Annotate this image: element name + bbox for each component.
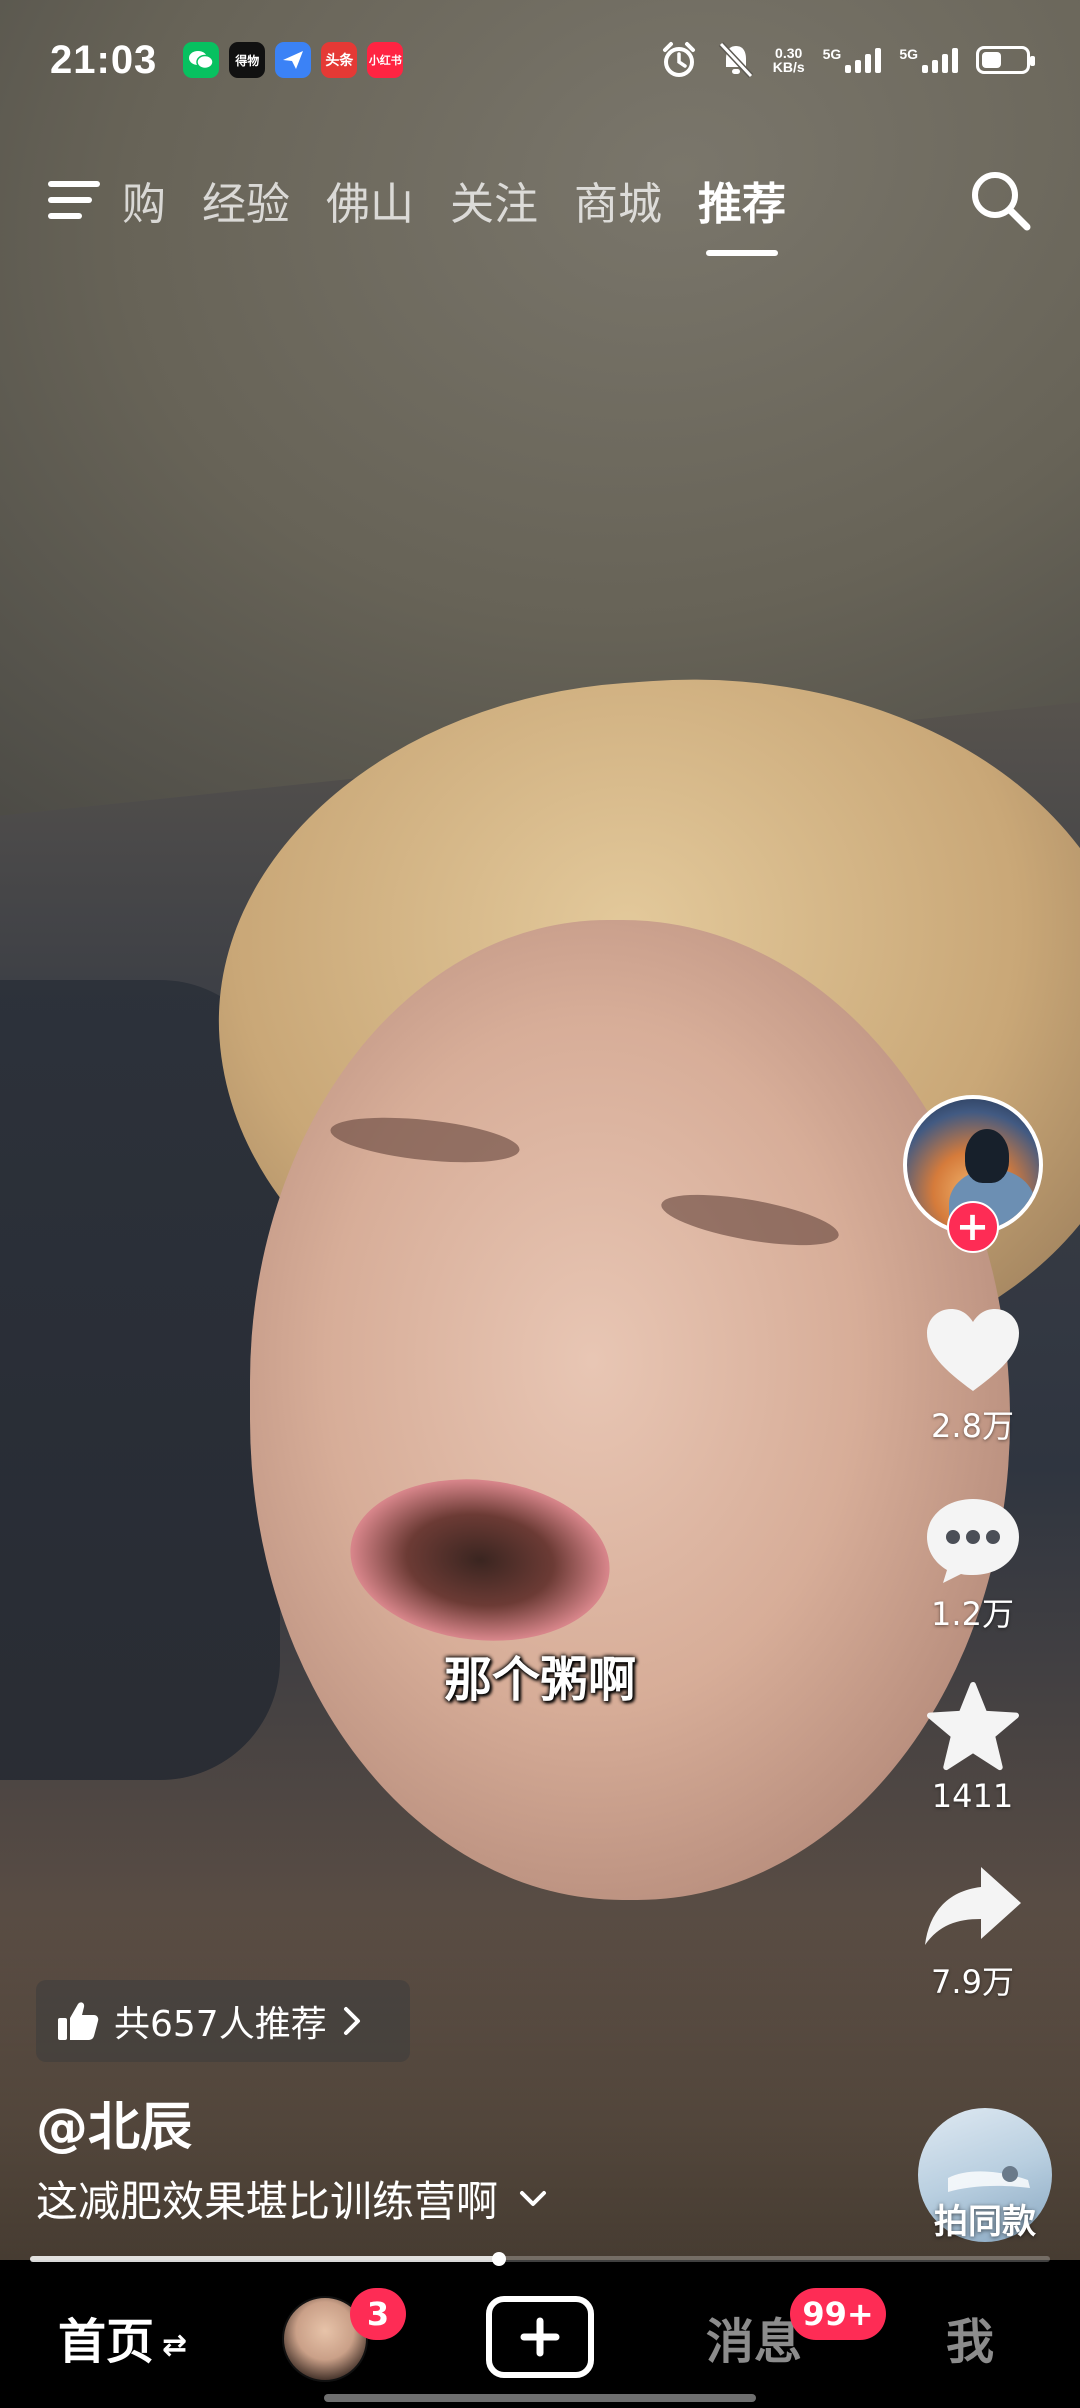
toutiao-icon: 头条 — [321, 42, 358, 78]
follow-button[interactable]: + — [946, 1201, 999, 1253]
share-arrow-icon — [924, 1867, 1021, 1945]
recommend-pill[interactable]: 共657人推荐 — [36, 1980, 410, 2062]
progress-knob[interactable] — [492, 2252, 507, 2266]
tab-shopping[interactable]: 购 — [122, 168, 166, 232]
sim2-label: 5G — [899, 46, 918, 62]
switch-arrows-icon: ⇄ — [162, 2327, 188, 2363]
comment-count: 1.2万 — [931, 1595, 1014, 1633]
battery-icon — [976, 46, 1035, 74]
network-speed-value: 0.30 — [775, 45, 803, 61]
tab-experience[interactable]: 经验 — [202, 168, 290, 232]
wechat-icon — [183, 42, 220, 78]
comment-button[interactable]: 1.2万 — [923, 1493, 1023, 1635]
home-indicator[interactable] — [324, 2394, 756, 2402]
signal-bars-icon — [922, 47, 958, 73]
share-count: 7.9万 — [931, 1963, 1014, 2001]
network-speed-unit: KB/s — [772, 59, 805, 75]
top-navigation: 购 经验 佛山 关注 商城 推荐 — [0, 145, 1080, 255]
search-icon — [972, 172, 1031, 231]
battery-level — [982, 52, 1001, 68]
signal-bars-icon — [845, 47, 882, 73]
search-button[interactable] — [960, 160, 1040, 240]
menu-icon[interactable] — [40, 167, 106, 233]
action-column: + 2.8万 1.2万 1411 7.9万 — [865, 1095, 1080, 2049]
heart-icon — [926, 1309, 1019, 1391]
nav-home-label: 首页 — [58, 2314, 155, 2370]
alarm-icon — [662, 42, 695, 77]
share-button[interactable]: 7.9万 — [921, 1861, 1025, 2003]
make-same-label[interactable]: 拍同款 — [900, 2194, 1070, 2243]
like-button[interactable]: 2.8万 — [923, 1305, 1023, 1447]
plus-icon — [520, 2317, 560, 2357]
sim1-signal: 5G — [823, 47, 882, 73]
video-description[interactable]: 这减肥效果堪比训练营啊 — [36, 2168, 548, 2229]
status-bar: 21:03 得物 头条 小红书 0.30 KB/s 5G 5G — [0, 0, 1080, 120]
favorite-count: 1411 — [931, 1777, 1014, 1815]
recommend-text: 共657人推荐 — [114, 2004, 327, 2045]
sim2-signal: 5G — [899, 47, 958, 73]
thumbs-up-icon — [58, 2002, 99, 2040]
like-count: 2.8万 — [931, 1407, 1014, 1445]
tab-recommend[interactable]: 推荐 — [698, 168, 786, 232]
nav-messages[interactable]: 消息 — [706, 2302, 802, 2372]
paper-plane-icon — [275, 42, 312, 78]
author-avatar-wrap: + — [902, 1095, 1043, 1253]
nav-home[interactable]: 首页 ⇄ — [58, 2302, 187, 2372]
progress-fill — [30, 2256, 500, 2262]
comment-icon — [926, 1499, 1019, 1583]
dewu-icon: 得物 — [229, 42, 266, 78]
star-icon — [926, 1681, 1019, 1771]
friend-badge: 3 — [350, 2288, 406, 2340]
messages-badge: 99+ — [790, 2288, 886, 2340]
bottom-navigation: 首页 ⇄ 3 消息 99+ 我 — [0, 2268, 1080, 2408]
tab-foshan[interactable]: 佛山 — [326, 168, 414, 232]
network-speed: 0.30 KB/s — [773, 46, 805, 74]
nav-me[interactable]: 我 — [946, 2302, 994, 2372]
video-progress-bar[interactable] — [30, 2252, 1050, 2266]
tab-mall[interactable]: 商城 — [574, 168, 662, 232]
create-post-button[interactable] — [486, 2296, 594, 2378]
favorite-button[interactable]: 1411 — [923, 1681, 1023, 1815]
description-text: 这减肥效果堪比训练营啊 — [36, 2177, 499, 2226]
status-time: 21:03 — [50, 37, 158, 82]
sim1-label: 5G — [822, 46, 842, 62]
author-username[interactable]: @北辰 — [36, 2085, 192, 2160]
xiaohongshu-icon: 小红书 — [367, 42, 404, 78]
status-right: 0.30 KB/s 5G 5G — [659, 40, 1035, 80]
mute-bell-icon — [718, 41, 753, 79]
top-tabs: 购 经验 佛山 关注 商城 推荐 — [122, 168, 940, 232]
chevron-down-icon — [520, 2190, 547, 2206]
chevron-right-icon — [343, 2007, 360, 2035]
status-app-icons: 得物 头条 小红书 — [183, 42, 404, 78]
tab-following[interactable]: 关注 — [450, 168, 538, 232]
